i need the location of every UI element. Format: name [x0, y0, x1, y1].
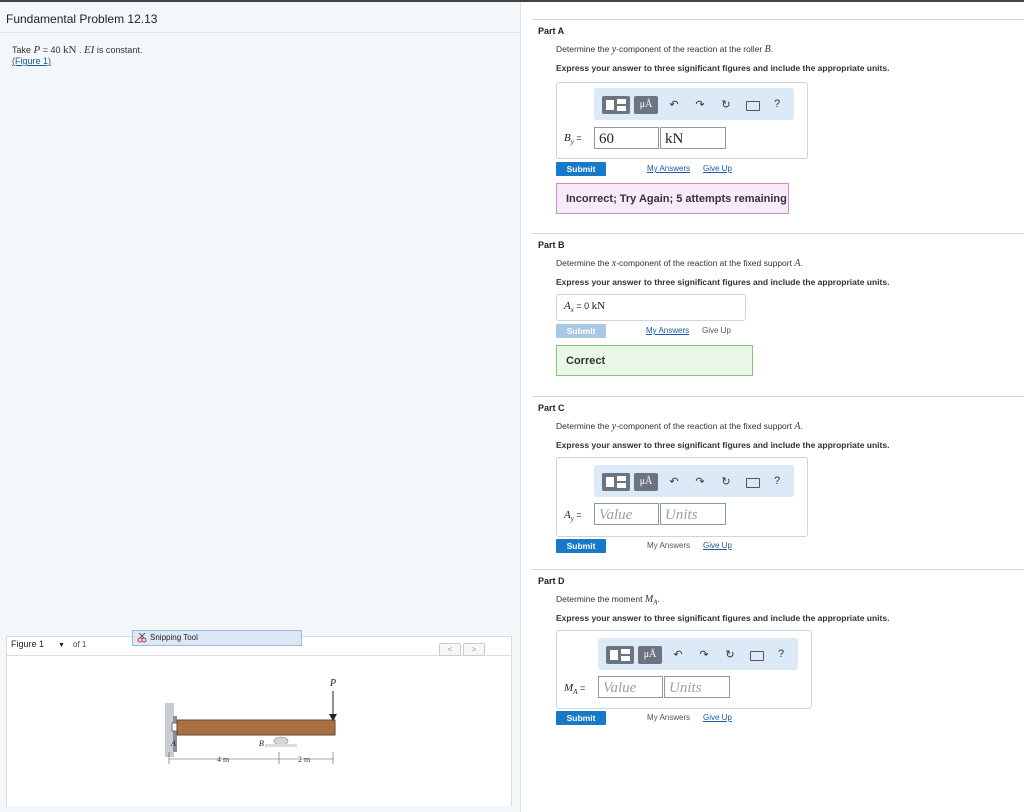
problem-title: Fundamental Problem 12.13	[6, 12, 158, 26]
part-b-divider	[532, 233, 1024, 234]
help-icon[interactable]: ?	[778, 648, 784, 660]
undo-icon[interactable]: ↶	[668, 99, 680, 111]
part-d-answer-label: MA =	[564, 682, 586, 697]
part-d-units-input[interactable]: Units	[664, 676, 730, 698]
load-label: P	[329, 678, 336, 689]
part-a-answer-label: By =	[564, 132, 582, 147]
part-b-instruction: Express your answer to three significant…	[556, 277, 890, 287]
part-a-value-input[interactable]: 60	[594, 127, 659, 149]
units-icon[interactable]: μÅ	[638, 646, 662, 664]
part-c-question: Determine the y-component of the reactio…	[556, 421, 803, 432]
figure-nav: < >	[439, 639, 487, 657]
part-c-give-up-link[interactable]: Give Up	[703, 541, 732, 550]
part-b-feedback: Correct	[556, 345, 753, 376]
beam	[176, 719, 336, 736]
part-b-submit-button[interactable]: Submit	[556, 324, 606, 338]
keyboard-icon[interactable]	[750, 651, 764, 661]
part-a-divider	[532, 19, 1024, 20]
figure-count: of 1	[73, 640, 87, 649]
figure-select[interactable]: Figure 1 ▼	[11, 639, 65, 649]
part-d-divider	[532, 569, 1024, 570]
snipping-tool-window[interactable]: Snipping Tool	[132, 630, 302, 646]
part-d-instruction: Express your answer to three significant…	[556, 613, 890, 623]
keyboard-icon[interactable]	[746, 478, 760, 488]
roller-support	[273, 736, 289, 746]
redo-icon[interactable]: ↷	[694, 476, 706, 488]
units-icon[interactable]: μÅ	[634, 473, 658, 491]
undo-icon[interactable]: ↶	[672, 649, 684, 661]
part-b-my-answers-link[interactable]: My Answers	[646, 326, 689, 335]
part-a-feedback: Incorrect; Try Again; 5 attempts remaini…	[556, 183, 789, 214]
part-d-submit-button[interactable]: Submit	[556, 711, 606, 725]
keyboard-icon[interactable]	[746, 101, 760, 111]
units-icon[interactable]: μÅ	[634, 96, 658, 114]
part-d-value-input[interactable]: Value	[598, 676, 663, 698]
figure-link[interactable]: (Figure 1)	[12, 56, 51, 66]
scissors-icon	[137, 633, 147, 643]
part-c-divider	[532, 396, 1024, 397]
point-b-label: B	[259, 739, 264, 748]
part-c-title: Part C	[538, 403, 565, 413]
dimension-label-2m: 2 m	[298, 755, 311, 764]
reset-icon[interactable]: ↻	[724, 649, 736, 661]
reset-icon[interactable]: ↻	[720, 99, 732, 111]
part-a-title: Part A	[538, 26, 565, 36]
part-a-units-input[interactable]: kN	[660, 127, 726, 149]
part-d-title: Part D	[538, 576, 565, 586]
part-d-question: Determine the moment MA.	[556, 594, 660, 607]
beam-figure: P A B 4 m 2 m	[165, 678, 337, 764]
part-a-instruction: Express your answer to three significant…	[556, 63, 890, 73]
part-a-my-answers-link[interactable]: My Answers	[647, 164, 690, 173]
part-b-answer: Ax = 0 kN	[564, 300, 606, 314]
part-c-units-input[interactable]: Units	[660, 503, 726, 525]
redo-icon[interactable]: ↷	[694, 99, 706, 111]
part-b-give-up-link: Give Up	[702, 326, 731, 335]
point-a-label: A	[170, 739, 176, 748]
prev-figure-button[interactable]: <	[439, 643, 461, 656]
templates-icon[interactable]	[606, 646, 634, 664]
figure-area: P A B 4 m 2 m	[6, 656, 512, 806]
reset-icon[interactable]: ↻	[720, 476, 732, 488]
part-c-value-input[interactable]: Value	[594, 503, 659, 525]
part-d-give-up-link[interactable]: Give Up	[703, 713, 732, 722]
part-a-math-toolbar: μÅ ↶ ↷ ↻ ?	[594, 88, 794, 120]
part-c-submit-button[interactable]: Submit	[556, 539, 606, 553]
part-c-my-answers-link: My Answers	[647, 541, 691, 550]
next-figure-button[interactable]: >	[463, 643, 485, 656]
part-a-submit-button[interactable]: Submit	[556, 162, 606, 176]
templates-icon[interactable]	[602, 96, 630, 114]
part-a-question: Determine the y-component of the reactio…	[556, 44, 774, 55]
part-d-math-toolbar: μÅ ↶ ↷ ↻ ?	[598, 638, 798, 670]
part-d-my-answers-link: My Answers	[647, 713, 691, 722]
part-c-answer-label: Ay =	[564, 509, 582, 524]
dimension-label-4m: 4 m	[217, 755, 230, 764]
problem-statement: Take P = 40 kN . EI is constant.	[12, 44, 143, 56]
templates-icon[interactable]	[602, 473, 630, 491]
help-icon[interactable]: ?	[774, 475, 780, 487]
undo-icon[interactable]: ↶	[668, 476, 680, 488]
part-a-give-up-link[interactable]: Give Up	[703, 164, 732, 173]
part-b-question: Determine the x-component of the reactio…	[556, 258, 803, 269]
chevron-down-icon: ▼	[58, 642, 65, 649]
part-c-math-toolbar: μÅ ↶ ↷ ↻ ?	[594, 465, 794, 497]
part-c-instruction: Express your answer to three significant…	[556, 440, 890, 450]
help-icon[interactable]: ?	[774, 98, 780, 110]
title-divider	[0, 32, 520, 33]
ground	[265, 744, 297, 747]
part-b-title: Part B	[538, 240, 565, 250]
redo-icon[interactable]: ↷	[698, 649, 710, 661]
